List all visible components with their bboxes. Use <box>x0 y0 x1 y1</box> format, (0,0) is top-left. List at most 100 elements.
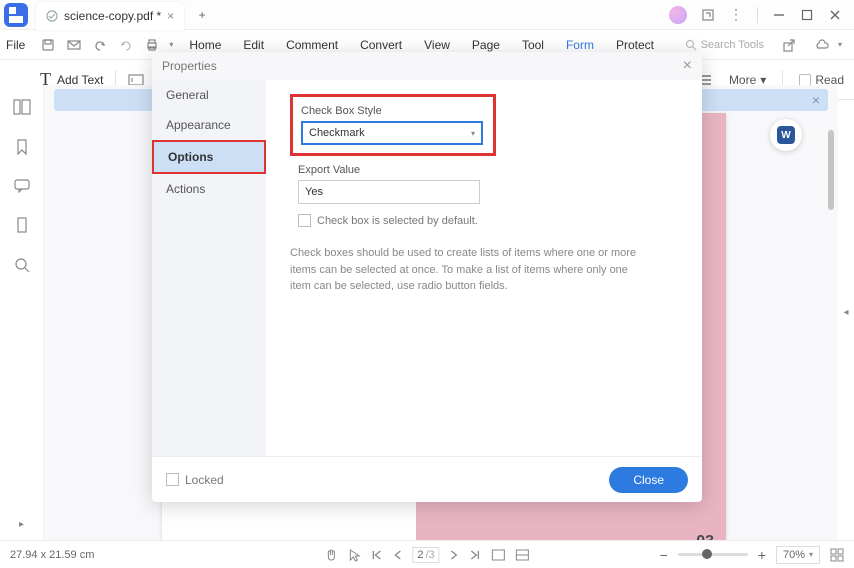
minimize-button[interactable] <box>772 8 786 22</box>
page-counter[interactable]: 2 /3 <box>412 547 439 563</box>
export-value-text: Yes <box>305 186 323 198</box>
zoom-out-icon[interactable]: − <box>660 547 668 563</box>
cloud-icon[interactable] <box>814 38 830 52</box>
new-tab-button[interactable]: + <box>190 8 214 22</box>
page-current: 2 <box>417 549 423 561</box>
menu-items: Home Edit Comment Convert View Page Tool… <box>189 38 654 52</box>
export-value-input[interactable]: Yes <box>298 180 480 204</box>
menu-page[interactable]: Page <box>472 38 500 52</box>
redo-icon[interactable] <box>117 36 135 54</box>
checkbox-style-group: Check Box Style Checkmark ▾ <box>290 94 496 156</box>
tab-actions[interactable]: Actions <box>152 174 266 204</box>
checkbox-style-label: Check Box Style <box>301 105 485 117</box>
search-tools[interactable]: Search Tools <box>685 39 764 51</box>
prev-page-icon[interactable] <box>392 549 402 561</box>
next-page-icon[interactable] <box>450 549 460 561</box>
checkbox-style-select[interactable]: Checkmark ▾ <box>301 121 483 145</box>
print-icon[interactable] <box>143 36 161 54</box>
checkbox-style-value: Checkmark <box>309 127 365 139</box>
search-rail-icon[interactable] <box>14 257 30 273</box>
fullscreen-icon[interactable] <box>830 548 844 562</box>
fit-page-icon[interactable] <box>516 549 530 561</box>
default-checked-row[interactable]: Check box is selected by default. <box>298 214 678 227</box>
locked-label: Locked <box>185 473 224 487</box>
zoom-slider[interactable] <box>678 553 748 556</box>
panel-header: Properties × <box>152 52 702 80</box>
left-rail: ▸ <box>0 85 44 540</box>
menu-home[interactable]: Home <box>189 38 221 52</box>
external-icon[interactable] <box>701 8 715 22</box>
maximize-button[interactable] <box>800 8 814 22</box>
tab-options[interactable]: Options <box>152 140 266 174</box>
select-caret-icon: ▾ <box>471 129 475 138</box>
tab-general[interactable]: General <box>152 80 266 110</box>
print-caret-icon[interactable]: ▾ <box>169 40 173 49</box>
last-page-icon[interactable] <box>470 549 482 561</box>
document-tab[interactable]: science-copy.pdf * × <box>36 2 184 30</box>
kebab-menu-icon[interactable]: ⋮ <box>729 6 743 23</box>
first-page-icon[interactable] <box>370 549 382 561</box>
tab-close-icon[interactable]: × <box>167 9 174 23</box>
word-icon: W <box>777 126 795 144</box>
thumbnails-icon[interactable] <box>13 99 31 115</box>
menu-view[interactable]: View <box>424 38 450 52</box>
statusbar-center: 2 /3 <box>324 547 529 563</box>
statusbar: 27.94 x 21.59 cm 2 /3 − + 70% ▾ <box>0 540 854 568</box>
share-icon[interactable] <box>782 38 796 52</box>
panel-body: General Appearance Options Actions Check… <box>152 80 702 456</box>
close-button[interactable]: Close <box>609 467 688 493</box>
panel-close-icon[interactable]: × <box>683 57 692 75</box>
save-icon[interactable] <box>39 36 57 54</box>
panel-sidebar: General Appearance Options Actions <box>152 80 266 456</box>
read-checkbox-icon <box>799 74 811 86</box>
app-logo-icon <box>4 3 28 27</box>
panel-content: Check Box Style Checkmark ▾ Export Value… <box>266 80 702 456</box>
menu-protect[interactable]: Protect <box>616 38 654 52</box>
attachment-icon[interactable] <box>15 217 29 233</box>
cloud-caret-icon[interactable]: ▾ <box>838 40 842 49</box>
collapse-right-icon[interactable]: ◂ <box>843 307 848 318</box>
default-checked-label: Check box is selected by default. <box>317 215 478 227</box>
panel-footer: Locked Close <box>152 456 702 502</box>
export-value-label: Export Value <box>298 164 678 176</box>
hand-tool-icon[interactable] <box>324 548 338 562</box>
select-tool-icon[interactable] <box>348 548 360 562</box>
fit-width-icon[interactable] <box>492 549 506 561</box>
statusbar-right: − + 70% ▾ <box>660 546 844 564</box>
tab-strip: science-copy.pdf * × + <box>36 0 214 30</box>
default-checkbox-icon <box>298 214 311 227</box>
bookmark-icon[interactable] <box>15 139 29 155</box>
assistant-icon[interactable] <box>669 6 687 24</box>
locked-toggle[interactable]: Locked <box>166 473 224 487</box>
right-rail: ◂ <box>838 85 854 540</box>
titlebar-right: ⋮ <box>669 6 854 24</box>
properties-panel: Properties × General Appearance Options … <box>152 52 702 502</box>
close-window-button[interactable] <box>828 8 842 22</box>
locked-checkbox-icon <box>166 473 179 486</box>
menu-edit[interactable]: Edit <box>243 38 264 52</box>
menu-form[interactable]: Form <box>566 38 594 52</box>
help-text: Check boxes should be used to create lis… <box>290 245 650 295</box>
page-number: 03 <box>696 533 714 540</box>
menu-comment[interactable]: Comment <box>286 38 338 52</box>
mail-icon[interactable] <box>65 36 83 54</box>
expand-rail-icon[interactable]: ▸ <box>19 519 24 530</box>
menu-convert[interactable]: Convert <box>360 38 402 52</box>
comment-icon[interactable] <box>14 179 30 193</box>
zoom-in-icon[interactable]: + <box>758 547 766 563</box>
banner-close-icon[interactable]: × <box>804 92 828 108</box>
page-dimensions: 27.94 x 21.59 cm <box>10 549 94 561</box>
zoom-select[interactable]: 70% ▾ <box>776 546 820 564</box>
page-total: /3 <box>425 549 434 561</box>
panel-title: Properties <box>162 59 217 73</box>
tab-appearance[interactable]: Appearance <box>152 110 266 140</box>
doc-sync-icon <box>46 10 58 22</box>
search-placeholder: Search Tools <box>701 39 764 51</box>
undo-icon[interactable] <box>91 36 109 54</box>
zoom-slider-thumb[interactable] <box>702 549 712 559</box>
scrollbar-thumb[interactable] <box>828 130 834 210</box>
word-export-badge[interactable]: W <box>770 119 802 151</box>
menu-tool[interactable]: Tool <box>522 38 544 52</box>
zoom-caret-icon: ▾ <box>809 550 813 559</box>
file-menu[interactable]: File <box>6 38 25 52</box>
